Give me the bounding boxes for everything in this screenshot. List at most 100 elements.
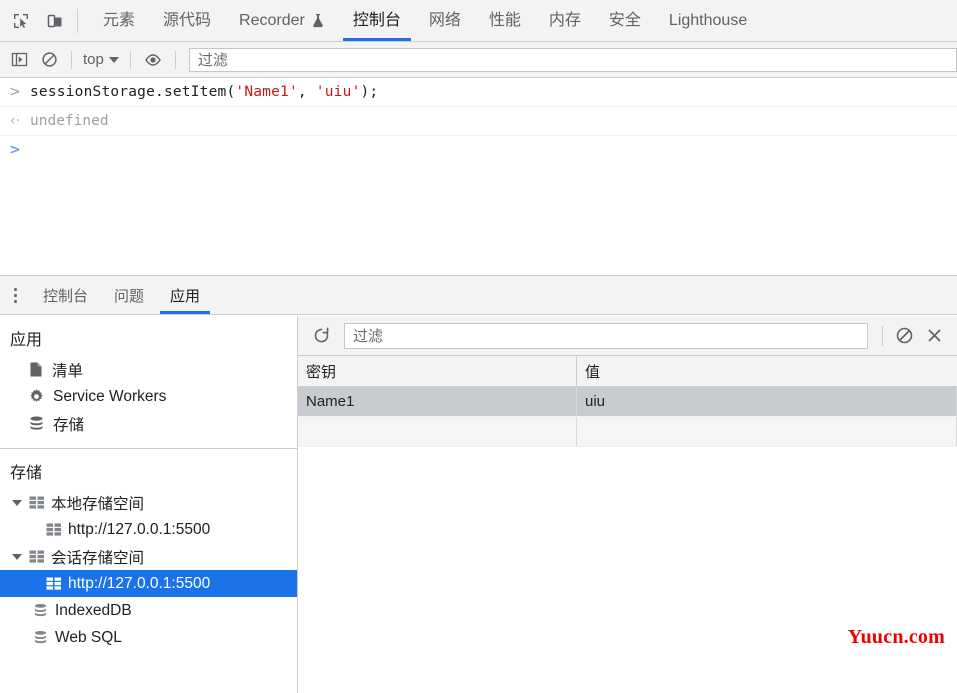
more-options-icon[interactable] <box>0 276 30 314</box>
table-row-empty[interactable] <box>298 417 957 447</box>
column-header-value[interactable]: 值 <box>577 356 957 386</box>
drawer-tabbar: 控制台 问题 应用 <box>0 275 957 315</box>
sidebar-item-storage-label: 存储 <box>53 416 85 434</box>
tab-performance[interactable]: 性能 <box>475 0 535 41</box>
table-cell-value-empty <box>577 417 957 446</box>
manifest-document-icon <box>28 361 44 378</box>
table-cell-key: Name1 <box>298 387 577 416</box>
chevron-down-icon <box>108 56 119 63</box>
sidebar-item-service-workers[interactable]: Service Workers <box>0 383 297 410</box>
chevron-down-icon[interactable] <box>12 553 22 560</box>
tab-security[interactable]: 安全 <box>595 0 655 41</box>
console-prompt-row[interactable]: > <box>0 136 957 164</box>
tree-session-storage-label: 会话存储空间 <box>51 549 145 567</box>
tree-local-storage-origin[interactable]: http://127.0.0.1:5500 <box>0 516 297 543</box>
tab-console-label: 控制台 <box>352 11 401 29</box>
table-grid-icon <box>46 577 62 590</box>
console-input-marker: > <box>9 84 21 100</box>
console-entry-output: ‹· undefined <box>0 107 957 136</box>
tab-sources[interactable]: 源代码 <box>149 0 225 41</box>
tab-memory[interactable]: 内存 <box>535 0 595 41</box>
toolbar-divider <box>77 9 78 33</box>
tree-web-sql[interactable]: Web SQL <box>0 624 297 651</box>
tree-web-sql-label: Web SQL <box>55 628 122 646</box>
storage-table-header: 密钥 值 <box>298 356 957 387</box>
refresh-icon[interactable] <box>306 322 336 350</box>
storage-filter-input[interactable]: 过滤 <box>344 322 868 349</box>
console-input-text: sessionStorage.setItem('Name1', 'uiu'); <box>30 82 378 102</box>
drawer-tab-console-label: 控制台 <box>43 287 89 305</box>
console-output-marker: ‹· <box>9 113 21 129</box>
tab-network-label: 网络 <box>428 11 461 29</box>
tree-session-storage-origin[interactable]: http://127.0.0.1:5500 <box>0 570 297 597</box>
table-cell-key-empty <box>298 417 577 446</box>
drawer-tab-application[interactable]: 应用 <box>157 276 213 314</box>
tree-indexeddb-label: IndexedDB <box>55 601 132 619</box>
database-icon <box>32 603 49 618</box>
drawer-tab-issues[interactable]: 问题 <box>101 276 157 314</box>
console-toolbar: top 过滤 <box>0 42 957 78</box>
toolbar-divider <box>174 50 176 69</box>
sidebar-item-storage[interactable]: 存储 <box>0 410 297 437</box>
tree-indexeddb[interactable]: IndexedDB <box>0 597 297 624</box>
tree-session-storage[interactable]: 会话存储空间 <box>0 543 297 570</box>
tree-local-storage-label: 本地存储空间 <box>51 495 145 513</box>
sidebar-item-manifest-label: 清单 <box>52 362 84 380</box>
tree-session-storage-origin-label: http://127.0.0.1:5500 <box>68 574 211 592</box>
console-filter-placeholder: 过滤 <box>197 52 228 69</box>
console-code-part: ); <box>360 84 379 100</box>
column-header-key[interactable]: 密钥 <box>298 356 577 386</box>
main-tabbar: 元素 源代码 Recorder 控制台 网络 性能 内存 安全 Lighthou… <box>0 0 957 42</box>
execution-context-label: top <box>83 51 104 68</box>
drawer-tab-console[interactable]: 控制台 <box>30 276 101 314</box>
console-output[interactable]: > sessionStorage.setItem('Name1', 'uiu')… <box>0 78 957 275</box>
table-grid-icon <box>29 496 45 509</box>
tab-recorder-label: Recorder <box>239 11 305 29</box>
clear-all-icon[interactable] <box>889 322 919 350</box>
storage-panel: 过滤 密钥 值 Name1 uiu Yuucn.com <box>298 316 957 693</box>
inspect-cursor-icon[interactable] <box>4 0 38 41</box>
device-toolbar-icon[interactable] <box>38 0 72 41</box>
console-filter-input[interactable]: 过滤 <box>188 47 957 72</box>
live-expression-eye-icon[interactable] <box>138 47 168 73</box>
table-grid-icon <box>29 550 45 563</box>
chevron-down-icon[interactable] <box>12 499 22 506</box>
drawer-body: 应用 清单 Service Workers 存储 存储 本地存储空间 http:… <box>0 316 957 693</box>
sidebar-item-manifest[interactable]: 清单 <box>0 356 297 383</box>
toolbar-divider <box>882 325 883 346</box>
console-code-part: , <box>297 84 316 100</box>
tab-elements[interactable]: 元素 <box>89 0 149 41</box>
tree-local-storage[interactable]: 本地存储空间 <box>0 489 297 516</box>
table-row[interactable]: Name1 uiu <box>298 387 957 417</box>
tab-recorder[interactable]: Recorder <box>225 0 339 41</box>
tab-sources-label: 源代码 <box>163 11 212 29</box>
console-entry-input: > sessionStorage.setItem('Name1', 'uiu')… <box>0 78 957 107</box>
clear-console-icon[interactable] <box>34 47 64 73</box>
console-sidebar-icon[interactable] <box>4 47 34 73</box>
tab-performance-label: 性能 <box>488 11 521 29</box>
console-string-literal: 'uiu' <box>315 84 361 100</box>
tab-elements-label: 元素 <box>103 11 136 29</box>
table-grid-icon <box>46 523 62 536</box>
application-sidebar: 应用 清单 Service Workers 存储 存储 本地存储空间 http:… <box>0 316 298 693</box>
main-tab-list: 元素 源代码 Recorder 控制台 网络 性能 内存 安全 Lighthou… <box>89 0 761 41</box>
sidebar-application-title: 应用 <box>10 332 43 349</box>
experiment-flask-icon <box>311 13 325 28</box>
console-string-literal: 'Name1' <box>235 84 298 100</box>
tree-local-storage-origin-label: http://127.0.0.1:5500 <box>68 520 211 538</box>
sidebar-storage-title: 存储 <box>10 465 43 482</box>
delete-selected-icon[interactable] <box>919 322 949 350</box>
toolbar-divider <box>71 50 72 69</box>
storage-table-body[interactable]: Name1 uiu <box>298 387 957 693</box>
execution-context-selector[interactable]: top <box>79 51 123 68</box>
devtools-window: 元素 源代码 Recorder 控制台 网络 性能 内存 安全 Lighthou… <box>0 0 957 693</box>
tab-lighthouse[interactable]: Lighthouse <box>655 0 761 41</box>
console-output-text: undefined <box>30 113 109 129</box>
tab-lighthouse-label: Lighthouse <box>668 11 748 29</box>
database-icon <box>28 415 45 432</box>
tab-network[interactable]: 网络 <box>415 0 475 41</box>
tab-memory-label: 内存 <box>548 11 581 29</box>
tab-console[interactable]: 控制台 <box>339 0 415 41</box>
storage-filter-placeholder: 过滤 <box>353 328 384 345</box>
gear-icon <box>28 388 45 405</box>
